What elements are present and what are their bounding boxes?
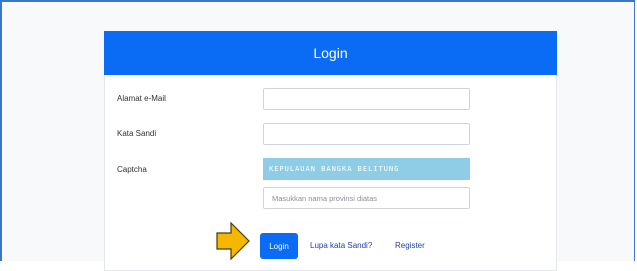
card-header: Login bbox=[104, 31, 557, 75]
email-label: Alamat e-Mail bbox=[117, 94, 166, 103]
register-link[interactable]: Register bbox=[395, 241, 425, 250]
captcha-text: KEPULAUAN BANGKA BELITUNG bbox=[269, 165, 400, 173]
forgot-password-link[interactable]: Lupa kata Sandi? bbox=[310, 241, 372, 250]
password-field[interactable] bbox=[263, 123, 470, 145]
password-label: Kata Sandi bbox=[117, 129, 157, 138]
login-button[interactable]: Login bbox=[260, 233, 298, 259]
arrow-right-icon bbox=[216, 222, 250, 260]
card-title: Login bbox=[313, 45, 348, 61]
captcha-input[interactable] bbox=[263, 187, 470, 209]
captcha-image: KEPULAUAN BANGKA BELITUNG bbox=[263, 158, 470, 180]
email-field[interactable] bbox=[263, 88, 470, 110]
login-card: Login Alamat e-Mail Kata Sandi Captcha K… bbox=[104, 31, 557, 271]
captcha-label: Captcha bbox=[117, 165, 147, 174]
